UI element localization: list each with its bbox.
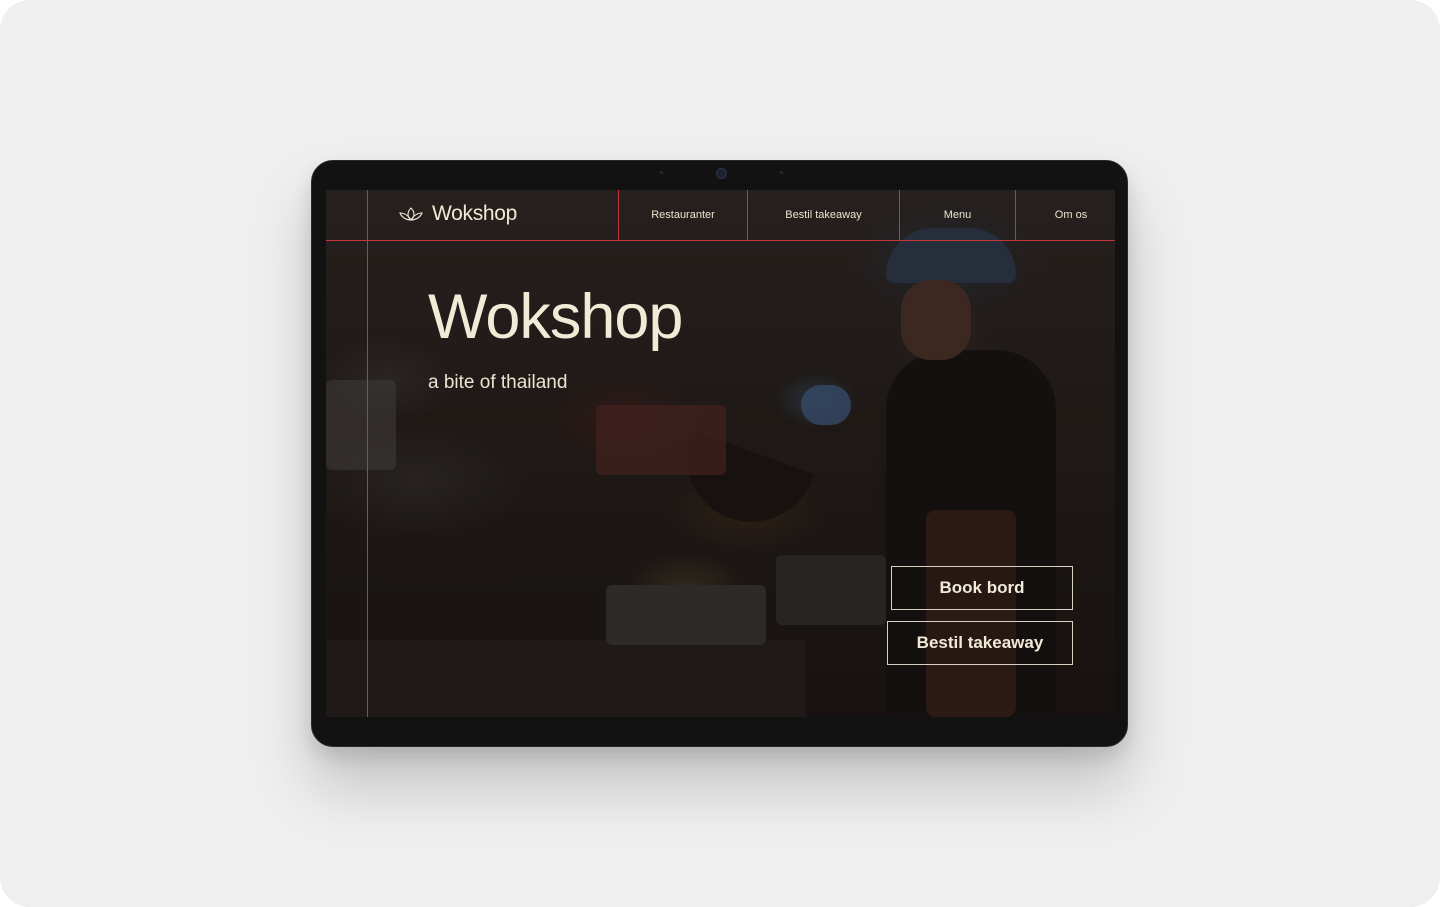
top-navigation: Wokshop Restauranter Bestil takeaway Men… bbox=[326, 190, 1115, 240]
hero-title: Wokshop bbox=[428, 282, 683, 352]
book-table-button[interactable]: Book bord bbox=[891, 566, 1073, 610]
order-takeaway-button[interactable]: Bestil takeaway bbox=[887, 621, 1073, 665]
brand-logo[interactable]: Wokshop bbox=[398, 202, 517, 226]
nav-item-bestil-takeaway[interactable]: Bestil takeaway bbox=[748, 190, 899, 240]
hero-subtitle: a bite of thailand bbox=[428, 372, 568, 393]
device-sensor bbox=[780, 171, 783, 174]
front-camera bbox=[716, 168, 727, 179]
website-screen: Wokshop Restauranter Bestil takeaway Men… bbox=[326, 190, 1115, 717]
tablet-device-frame: Wokshop Restauranter Bestil takeaway Men… bbox=[311, 160, 1128, 747]
nav-item-om-os[interactable]: Om os bbox=[1016, 190, 1115, 240]
vertical-guide-line bbox=[367, 190, 368, 717]
nav-item-restauranter[interactable]: Restauranter bbox=[619, 190, 747, 240]
nav-divider-line bbox=[326, 240, 1115, 241]
logo-text: Wokshop bbox=[432, 202, 518, 225]
device-sensor bbox=[660, 171, 663, 174]
mockup-background: Wokshop Restauranter Bestil takeaway Men… bbox=[0, 0, 1440, 907]
nav-item-menu[interactable]: Menu bbox=[900, 190, 1015, 240]
lotus-icon bbox=[399, 207, 423, 221]
